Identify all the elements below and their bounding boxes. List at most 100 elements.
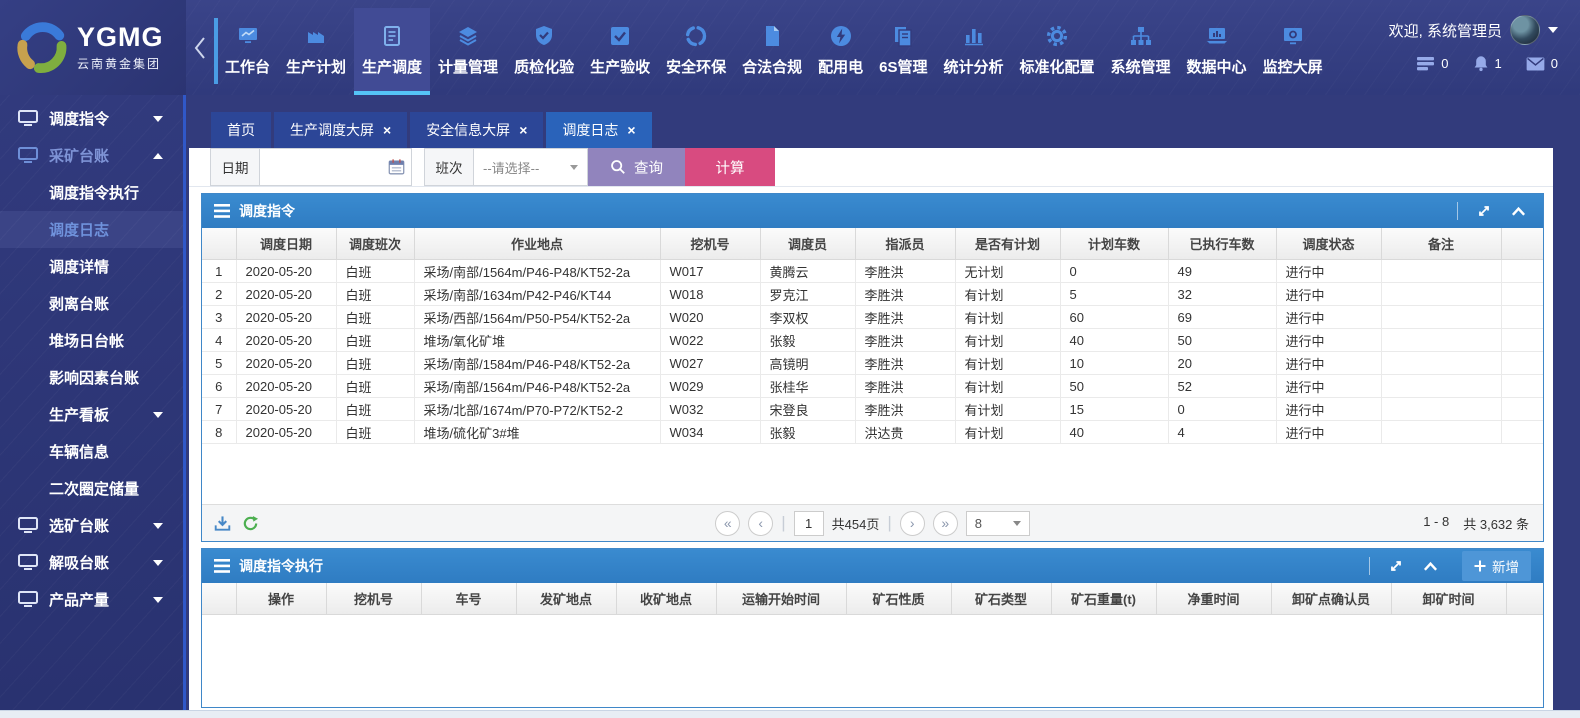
sidebar-item-secondary-delineated-reserves[interactable]: 二次圈定储量 (0, 470, 183, 507)
nav-item-system-management[interactable]: 系统管理 (1103, 8, 1179, 95)
chevron-down-icon (153, 597, 163, 603)
table-row[interactable]: 32020-05-20白班采场/西部/1564m/P50-P54/KT52-2a… (202, 306, 1543, 329)
table-row[interactable]: 12020-05-20白班采场/南部/1564m/P46-P48/KT52-2a… (202, 260, 1543, 283)
nav-item-power-distribution[interactable]: 配用电 (810, 8, 871, 95)
alert-count: 1 (1495, 56, 1502, 71)
nav-item-production-dispatch[interactable]: 生产调度 (354, 8, 430, 95)
sidebar-item-dispatch-detail[interactable]: 调度详情 (0, 248, 183, 285)
alert-badge[interactable]: 1 (1473, 55, 1502, 72)
close-icon[interactable] (627, 123, 635, 137)
dispatch-command-panel: 调度指令 调度日期 调度班次 作业地点 挖机号 (201, 193, 1544, 542)
nav-item-quality-inspection[interactable]: 质检化验 (506, 8, 582, 95)
date-input[interactable] (260, 148, 412, 186)
table-row[interactable]: 52020-05-20白班采场/南部/1584m/P46-P48/KT52-2a… (202, 352, 1543, 375)
tab-production-dispatch-screen[interactable]: 生产调度大屏 (274, 112, 407, 148)
search-button[interactable]: 查询 (588, 148, 685, 186)
table-row[interactable]: 82020-05-20白班堆场/硫化矿3#堆W034张毅洪达贵有计划404进行中 (202, 421, 1543, 444)
close-icon[interactable] (383, 123, 391, 137)
nav-label: 生产验收 (590, 56, 650, 77)
nav-item-statistics[interactable]: 统计分析 (936, 8, 1012, 95)
collapse-panel-icon[interactable] (1418, 561, 1443, 572)
sidebar-item-label: 调度详情 (49, 256, 109, 277)
table-row[interactable]: 42020-05-20白班堆场/氧化矿堆W022张毅李胜洪有计划4050进行中 (202, 329, 1543, 352)
factory-chart-icon (304, 21, 328, 51)
sidebar-item-dispatch-command-exec[interactable]: 调度指令执行 (0, 174, 183, 211)
download-icon[interactable] (214, 515, 231, 532)
prev-page-button[interactable]: ‹ (748, 511, 773, 536)
user-avatar[interactable] (1510, 15, 1540, 45)
sidebar-item-impact-factor-ledger[interactable]: 影响因素台账 (0, 359, 183, 396)
laptop-chart-icon (1205, 21, 1229, 51)
sidebar-group-production-board[interactable]: 生产看板 (0, 396, 183, 433)
record-total-label: 共 3,632 条 (1463, 514, 1529, 533)
nav-item-data-center[interactable]: 数据中心 (1179, 8, 1255, 95)
sidebar-group-product-output[interactable]: 产品产量 (0, 581, 183, 618)
sidebar-group-beneficiation-ledger[interactable]: 选矿台账 (0, 507, 183, 544)
dispatch-command-table: 调度日期 调度班次 作业地点 挖机号 调度员 指派员 是否有计划 计划车数 已执… (202, 228, 1543, 444)
tab-dispatch-log[interactable]: 调度日志 (546, 112, 651, 148)
tab-label: 安全信息大屏 (426, 120, 510, 140)
refresh-icon[interactable] (242, 515, 259, 532)
sidebar-group-mining-ledger[interactable]: 采矿台账 (0, 137, 183, 174)
plus-icon (1474, 560, 1486, 572)
nav-label: 监控大屏 (1263, 56, 1323, 77)
nav-item-compliance[interactable]: 合法合规 (734, 8, 810, 95)
monitor-icon (18, 554, 38, 571)
expand-icon[interactable] (1383, 558, 1409, 574)
table-row[interactable]: 22020-05-20白班采场/南部/1634m/P42-P46/KT44W01… (202, 283, 1543, 306)
first-page-button[interactable]: « (715, 511, 740, 536)
nav-item-production-plan[interactable]: 生产计划 (278, 8, 354, 95)
tab-home[interactable]: 首页 (211, 112, 271, 148)
search-button-label: 查询 (634, 157, 663, 178)
nav-label: 质检化验 (514, 56, 574, 77)
nav-label: 生产计划 (286, 56, 346, 77)
nav-item-safety-environment[interactable]: 安全环保 (658, 8, 734, 95)
add-button[interactable]: 新增 (1462, 551, 1531, 581)
last-page-button[interactable]: » (933, 511, 958, 536)
nav-label: 安全环保 (666, 56, 726, 77)
table-row[interactable]: 62020-05-20白班采场/南部/1564m/P46-P48/KT52-2a… (202, 375, 1543, 398)
shift-select[interactable]: --请选择-- (474, 148, 588, 186)
chevron-down-icon (153, 412, 163, 418)
bar-chart-icon (962, 21, 986, 51)
column-header: 矿石重量(t) (1051, 583, 1156, 615)
sidebar-item-stripping-ledger[interactable]: 剥离台账 (0, 285, 183, 322)
nav-item-monitor-screen[interactable]: 监控大屏 (1255, 8, 1331, 95)
table-row[interactable]: 72020-05-20白班采场/北部/1674m/P70-P72/KT52-2W… (202, 398, 1543, 421)
user-menu-caret-icon[interactable] (1548, 27, 1558, 33)
calculate-button-label: 计算 (716, 157, 745, 178)
sidebar-group-desorption-ledger[interactable]: 解吸台账 (0, 544, 183, 581)
sidebar-item-dispatch-log[interactable]: 调度日志 (0, 211, 183, 248)
page-size-select[interactable]: 8 (966, 511, 1030, 536)
sidebar-item-label: 生产看板 (49, 404, 109, 425)
sidebar-item-yard-daily-ledger[interactable]: 堆场日台帐 (0, 322, 183, 359)
main-area: 首页 生产调度大屏 安全信息大屏 调度日志 日期 班次 --请选择-- (189, 95, 1553, 710)
sidebar-group-dispatch-command[interactable]: 调度指令 (0, 100, 183, 137)
tab-label: 生产调度大屏 (290, 120, 374, 140)
nav-item-metering[interactable]: 计量管理 (430, 8, 506, 95)
tab-safety-info-screen[interactable]: 安全信息大屏 (410, 112, 543, 148)
column-header: 净重时间 (1156, 583, 1271, 615)
nav-item-6s-management[interactable]: 6S管理 (871, 8, 935, 95)
sidebar-item-vehicle-info[interactable]: 车辆信息 (0, 433, 183, 470)
task-badge[interactable]: 0 (1416, 56, 1448, 71)
list-icon (214, 559, 230, 573)
nav-label: 合法合规 (742, 56, 802, 77)
nav-item-workbench[interactable]: 工作台 (217, 8, 278, 95)
sidebar-collapse-toggle[interactable] (186, 0, 214, 95)
collapse-panel-icon[interactable] (1506, 206, 1531, 217)
close-icon[interactable] (519, 123, 527, 137)
nav-item-production-acceptance[interactable]: 生产验收 (582, 8, 658, 95)
message-badge[interactable]: 0 (1526, 56, 1558, 71)
nav-item-standard-config[interactable]: 标准化配置 (1012, 8, 1103, 95)
current-page-input[interactable]: 1 (794, 511, 824, 536)
expand-icon[interactable] (1471, 203, 1497, 219)
sidebar-item-label: 剥离台账 (49, 293, 109, 314)
next-page-button[interactable]: › (900, 511, 925, 536)
brand-logo: YGMG 云南黄金集团 (0, 0, 186, 95)
sidebar: 调度指令 采矿台账 调度指令执行 调度日志 调度详情 剥离台账 堆场日台帐 影响… (0, 95, 186, 710)
list-icon (1416, 56, 1435, 71)
calculate-button[interactable]: 计算 (685, 148, 775, 186)
panel-header: 调度指令 (202, 194, 1543, 228)
chevron-down-icon (1013, 521, 1021, 526)
